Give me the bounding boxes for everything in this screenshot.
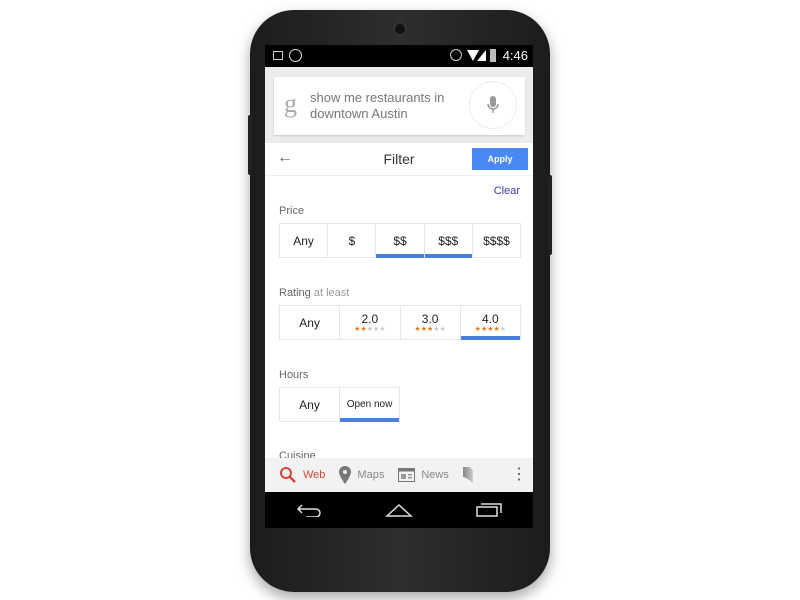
power-button (248, 115, 252, 175)
back-icon[interactable] (296, 503, 322, 517)
tab-label: News (421, 469, 449, 481)
whatsapp-icon (289, 49, 302, 62)
hours-option-open-now[interactable]: Open now (340, 388, 399, 422)
image-icon (273, 51, 283, 60)
map-pin-icon (339, 466, 352, 484)
rating-option-any[interactable]: Any (280, 306, 341, 339)
rating-label-text: Rating (279, 287, 311, 299)
price-option-3[interactable]: $$$ (424, 224, 473, 258)
price-option-2[interactable]: $$ (376, 224, 425, 258)
tag-icon[interactable] (462, 467, 473, 483)
tab-web[interactable]: Web (279, 466, 325, 484)
home-icon[interactable] (385, 503, 413, 517)
more-options-icon[interactable]: ⋮ (511, 467, 527, 483)
price-options: Any $ $$ $$$ $$$$ (279, 223, 521, 258)
star-rating-icon: ★★★★★ (474, 325, 507, 333)
google-logo: g (284, 89, 297, 118)
signal-icon (477, 50, 486, 61)
rating-option-label: 4.0 (482, 311, 499, 326)
battery-icon (490, 49, 496, 62)
apply-button[interactable]: Apply (472, 148, 528, 170)
rating-option-label: 3.0 (421, 311, 439, 326)
rating-label: Rating at least (279, 287, 349, 299)
hours-label: Hours (279, 369, 309, 381)
rating-option-2[interactable]: 2.0 ★★★★★ (340, 306, 401, 339)
screen: 4:46 g show me restaurants in downtown A… (265, 45, 533, 528)
rating-option-4[interactable]: 4.0 ★★★★★ (460, 306, 521, 340)
price-label: Price (279, 205, 305, 217)
price-option-4[interactable]: $$$$ (472, 224, 521, 257)
front-camera (393, 22, 407, 36)
filter-header: ← Filter Apply (265, 143, 533, 176)
rating-option-label: 2.0 (361, 311, 379, 326)
clock: 4:46 (502, 48, 528, 63)
rating-option-3[interactable]: 3.0 ★★★★★ (400, 306, 461, 339)
hours-option-any[interactable]: Any (280, 388, 340, 421)
tab-label: Web (303, 469, 326, 481)
search-box[interactable]: g show me restaurants in downtown Austin (274, 77, 525, 135)
alarm-icon (450, 49, 462, 61)
search-area: g show me restaurants in downtown Austin (265, 67, 533, 143)
recent-apps-icon[interactable] (475, 503, 502, 517)
bottom-tab-bar: Web Maps News ⋮ (265, 458, 533, 492)
system-nav-bar (265, 492, 533, 528)
hours-options: Any Open now (279, 387, 400, 422)
search-icon (280, 467, 296, 483)
newspaper-icon (398, 468, 416, 482)
status-bar: 4:46 (265, 45, 533, 67)
clear-link[interactable]: Clear (494, 185, 520, 197)
microphone-icon (487, 96, 499, 113)
rating-options: Any 2.0 ★★★★★ 3.0 ★★★★★ 4.0 ★★★★★ (279, 305, 521, 340)
price-option-1[interactable]: $ (328, 224, 377, 257)
star-rating-icon: ★★★★★ (354, 325, 386, 333)
search-query[interactable]: show me restaurants in downtown Austin (310, 90, 470, 122)
rating-sublabel: at least (313, 287, 350, 299)
tab-news[interactable]: News (398, 468, 449, 482)
tab-label: Maps (357, 469, 385, 481)
volume-button (548, 175, 552, 255)
price-option-any[interactable]: Any (280, 224, 329, 257)
star-rating-icon: ★★★★★ (414, 325, 446, 333)
voice-search-button[interactable] (469, 81, 517, 129)
rating-option-label: Any (299, 315, 320, 330)
tab-maps[interactable]: Maps (339, 466, 384, 484)
